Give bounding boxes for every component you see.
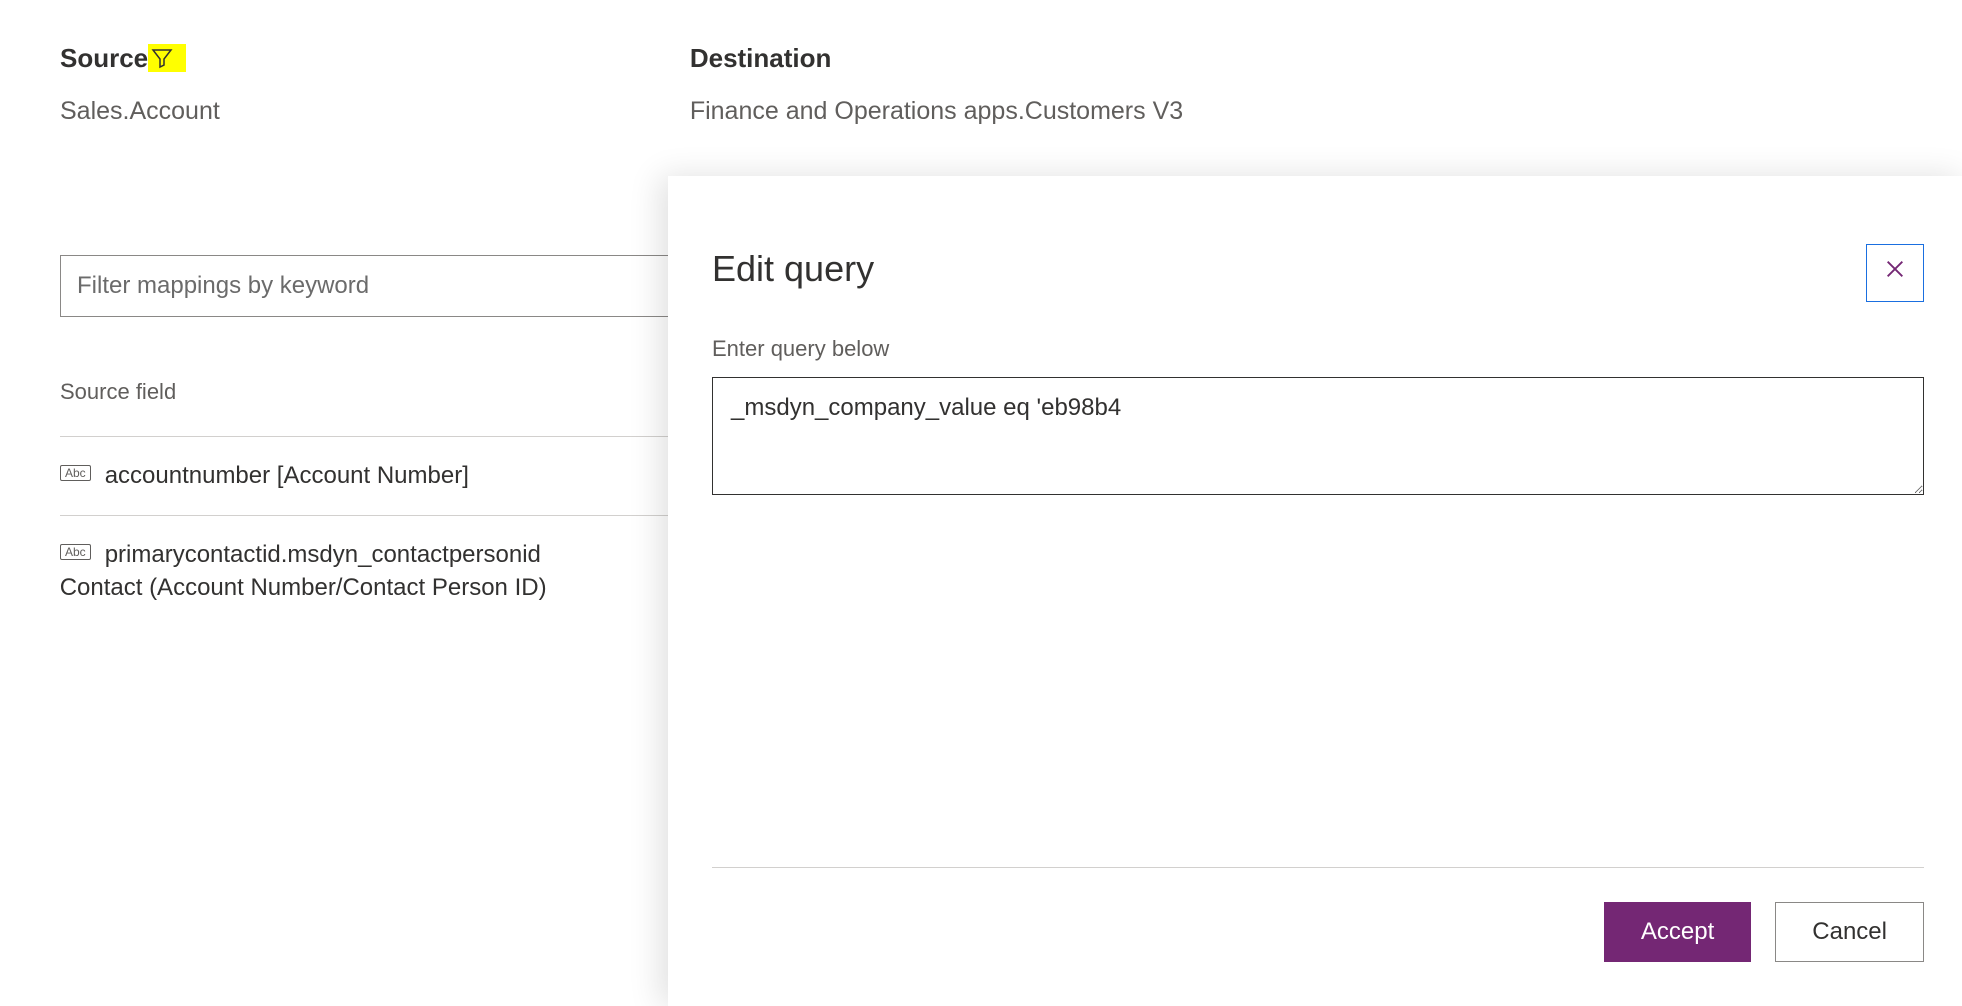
abc-icon: Abc xyxy=(60,465,91,481)
list-item[interactable]: Abc accountnumber [Account Number] xyxy=(60,437,672,516)
list-item[interactable]: Abc primarycontactid.msdyn_contactperson… xyxy=(60,516,672,627)
dialog-title: Edit query xyxy=(712,244,1924,294)
query-input[interactable] xyxy=(712,377,1924,495)
field-text: primarycontactid.msdyn_contactpersonid C… xyxy=(105,538,672,605)
field-text-line1: primarycontactid.msdyn_contactpersonid xyxy=(105,541,541,568)
destination-label: Destination xyxy=(690,40,832,76)
source-field-header: Source field xyxy=(60,377,672,437)
destination-value: Finance and Operations apps.Customers V3 xyxy=(690,94,1183,129)
filter-highlight xyxy=(148,44,186,72)
field-text-line2: Contact (Account Number/Contact Person I… xyxy=(60,571,672,605)
close-button[interactable] xyxy=(1866,244,1924,302)
dialog-footer: Accept Cancel xyxy=(712,867,1924,962)
close-icon xyxy=(1884,258,1906,288)
dialog-label: Enter query below xyxy=(712,334,1924,365)
abc-icon: Abc xyxy=(60,544,91,560)
accept-button[interactable]: Accept xyxy=(1604,902,1751,962)
field-text: accountnumber [Account Number] xyxy=(105,459,672,493)
source-value: Sales.Account xyxy=(60,94,220,129)
cancel-button[interactable]: Cancel xyxy=(1775,902,1924,962)
filter-mappings-input[interactable] xyxy=(60,255,672,317)
source-label: Source xyxy=(60,40,148,76)
funnel-icon[interactable] xyxy=(150,46,174,70)
edit-query-dialog: Edit query Enter query below Accept Canc… xyxy=(668,176,1962,1006)
